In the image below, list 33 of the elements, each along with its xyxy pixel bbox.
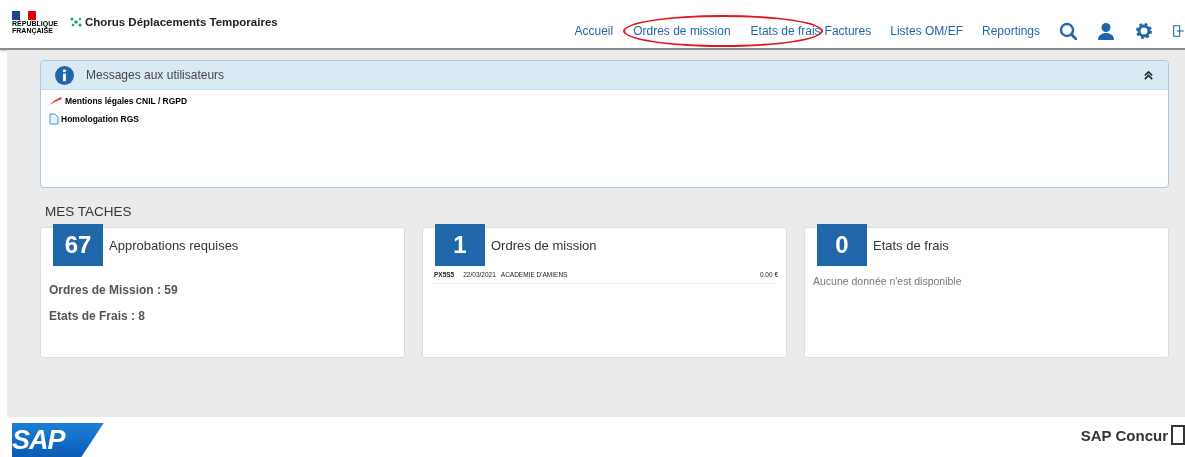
nav-link[interactable]: Listes OM/EF (890, 24, 963, 38)
message-link[interactable]: Homologation RGS (61, 114, 139, 124)
section-title: MES TACHES (45, 204, 133, 219)
nav-link[interactable]: Factures (824, 24, 872, 38)
nav-link[interactable]: Reportings (981, 24, 1040, 38)
brand-icon (1171, 425, 1185, 445)
card-title[interactable]: Approbations requises (109, 237, 239, 253)
card-title[interactable]: Ordres de mission (491, 237, 597, 253)
chorus-icon (69, 17, 82, 27)
sap-logo: SAP (12, 422, 104, 457)
nav-link[interactable]: Etats de frais (750, 24, 821, 38)
count-badge: 67 (53, 224, 103, 266)
app-title: Chorus Déplacements Temporaires (84, 16, 278, 28)
settings-icon[interactable] (1135, 22, 1153, 40)
nav-link[interactable]: Ordres de mission (633, 24, 731, 38)
count-badge: 1 (435, 224, 485, 266)
collapse-icon[interactable] (1143, 69, 1154, 81)
search-icon[interactable] (1059, 22, 1077, 40)
summary-line[interactable]: Ordres de Mission : 59 (49, 283, 396, 297)
brand-name: SAP Concur (1080, 426, 1168, 444)
message-link[interactable]: Mentions légales CNIL / RGPD (65, 96, 188, 106)
empty-message: Aucune donnée n'est disponible (813, 275, 963, 287)
summary-line[interactable]: Etats de Frais : 8 (49, 309, 396, 323)
count-badge: 0 (817, 224, 867, 266)
nav-link[interactable]: Accueil (574, 24, 614, 38)
card-title[interactable]: Etats de frais (873, 237, 949, 253)
user-icon[interactable] (1097, 22, 1115, 40)
panel-title: Messages aux utilisateurs (86, 68, 225, 82)
exit-icon[interactable] (1173, 22, 1185, 40)
pin-icon (49, 96, 63, 106)
flag-icon (12, 10, 36, 20)
document-icon (49, 113, 59, 125)
info-icon (55, 65, 74, 85)
